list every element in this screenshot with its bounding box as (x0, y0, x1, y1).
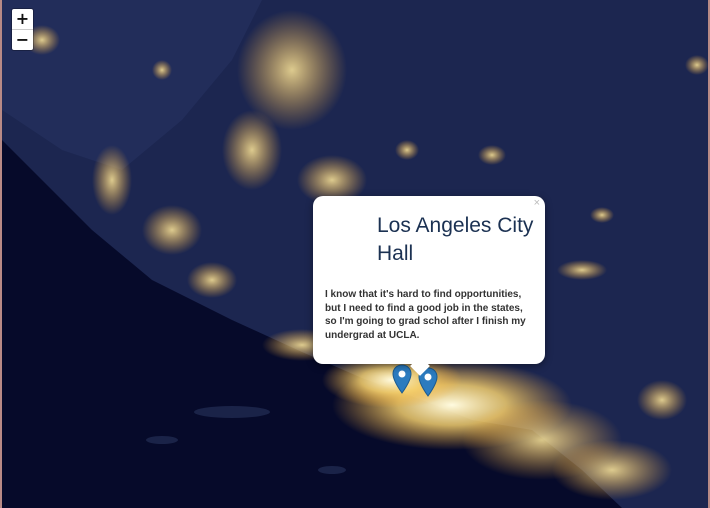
zoom-control: + − (12, 9, 33, 50)
popup-title: Los Angeles City Hall (377, 214, 534, 265)
close-icon[interactable]: × (534, 197, 540, 209)
popup-body: I know that it's hard to find opportunit… (325, 289, 526, 341)
map-marker-icon[interactable] (392, 364, 412, 394)
map-view[interactable]: + − × Los Angeles City Hall I know that … (0, 0, 710, 508)
marker-popup: × Los Angeles City Hall I know that it's… (313, 196, 545, 376)
zoom-out-button[interactable]: − (12, 30, 33, 50)
zoom-in-button[interactable]: + (12, 9, 33, 30)
